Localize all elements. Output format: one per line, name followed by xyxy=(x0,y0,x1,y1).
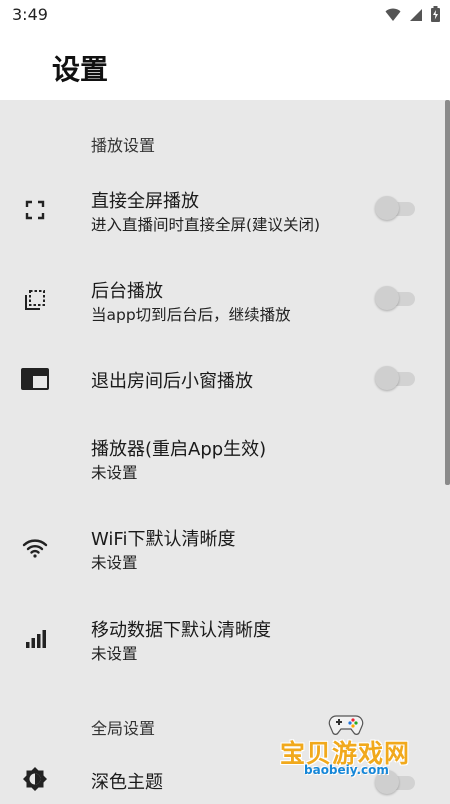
signal-icon xyxy=(409,7,423,26)
setting-title: 后台播放 xyxy=(91,281,163,302)
pip-toggle[interactable] xyxy=(373,365,417,391)
setting-row-player[interactable]: 播放器(重启App生效) 未设置 xyxy=(0,426,450,490)
toggle-thumb xyxy=(375,286,399,310)
battery-charging-icon xyxy=(431,6,440,26)
toggle-thumb xyxy=(375,366,399,390)
setting-row-background[interactable]: 后台播放 当app切到后台后，继续播放 xyxy=(0,268,450,348)
section-title-global: 全局设置 xyxy=(91,719,156,738)
picture-in-picture-icon xyxy=(20,364,50,394)
status-time: 3:49 xyxy=(12,5,48,24)
background-play-toggle[interactable] xyxy=(373,285,417,311)
setting-value: 未设置 xyxy=(91,645,138,663)
setting-title: 退出房间后小窗播放 xyxy=(91,371,253,392)
setting-title: WiFi下默认清晰度 xyxy=(91,529,236,550)
signal-bars-icon xyxy=(20,624,50,654)
watermark: 宝贝游戏网 baobeiy.com xyxy=(276,712,426,792)
setting-row-mobile-quality[interactable]: 移动数据下默认清晰度 未设置 xyxy=(0,607,450,671)
setting-row-fullscreen[interactable]: 直接全屏播放 进入直播间时直接全屏(建议关闭) xyxy=(0,178,450,258)
setting-title: 深色主题 xyxy=(91,772,163,793)
fullscreen-toggle[interactable] xyxy=(373,195,417,221)
setting-title: 直接全屏播放 xyxy=(91,191,199,212)
setting-value: 未设置 xyxy=(91,554,138,572)
wifi-icon xyxy=(20,533,50,563)
brightness-icon xyxy=(20,764,50,794)
toggle-thumb xyxy=(375,196,399,220)
app-bar: 设置 xyxy=(0,32,450,100)
status-bar: 3:49 xyxy=(0,0,450,32)
watermark-url: baobeiy.com xyxy=(304,763,389,777)
setting-row-pip[interactable]: 退出房间后小窗播放 xyxy=(0,358,450,404)
setting-subtitle: 当app切到后台后，继续播放 xyxy=(91,306,291,324)
setting-title: 播放器(重启App生效) xyxy=(91,439,267,460)
setting-value: 未设置 xyxy=(91,464,138,482)
setting-subtitle: 进入直播间时直接全屏(建议关闭) xyxy=(91,216,321,234)
wifi-icon xyxy=(385,7,401,26)
setting-row-wifi-quality[interactable]: WiFi下默认清晰度 未设置 xyxy=(0,516,450,580)
page-title: 设置 xyxy=(52,53,109,86)
section-title-player: 播放设置 xyxy=(91,136,156,155)
background-play-icon xyxy=(20,285,50,315)
fullscreen-icon xyxy=(20,195,50,225)
status-icons xyxy=(385,6,440,26)
settings-list[interactable]: 播放设置 直接全屏播放 进入直播间时直接全屏(建议关闭) 后台播放 当app切到… xyxy=(0,100,450,800)
scrollbar[interactable] xyxy=(445,100,450,485)
setting-title: 移动数据下默认清晰度 xyxy=(91,620,271,641)
